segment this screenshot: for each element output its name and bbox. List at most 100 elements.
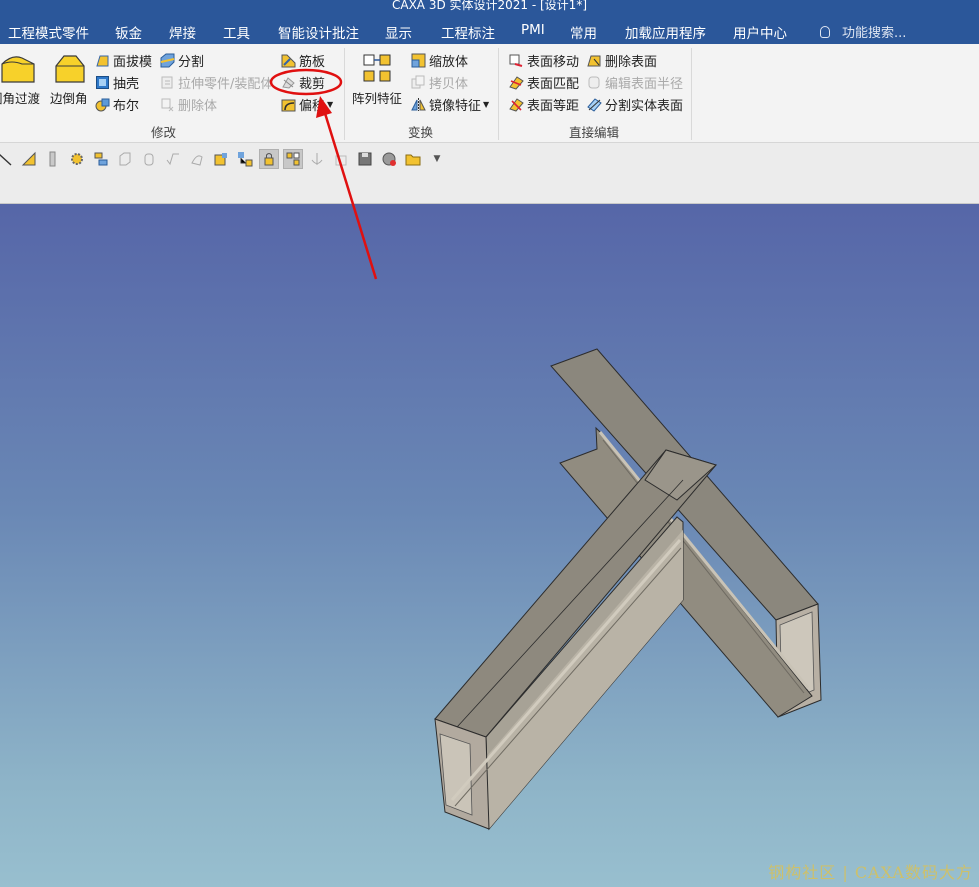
align-tool[interactable] — [92, 150, 110, 168]
anchor-tool[interactable] — [308, 150, 326, 168]
front-channel-beam[interactable] — [434, 449, 717, 831]
pattern-feature-button[interactable]: 阵列特征 — [350, 52, 406, 106]
menu-common[interactable]: 常用 — [570, 22, 597, 42]
part-tool[interactable] — [212, 150, 230, 168]
line-tool[interactable] — [0, 150, 14, 168]
bar-tool-icon — [49, 151, 56, 167]
disabled-tool[interactable] — [332, 150, 350, 168]
scale-body-button[interactable]: 缩放体 — [411, 50, 468, 70]
grid-tool[interactable] — [283, 149, 303, 169]
face-draft-button[interactable]: 面拔模 — [95, 50, 152, 70]
modify-group-label: 修改 — [151, 125, 177, 140]
surface-icon — [191, 155, 203, 166]
direct-edit-group-label: 直接编辑 — [569, 125, 620, 140]
delete-face-button[interactable]: 删除表面 — [587, 50, 657, 70]
boolean-button[interactable]: 布尔 — [95, 94, 139, 114]
cylinder-tool[interactable] — [140, 150, 158, 168]
disabled-tool-icon — [335, 155, 347, 166]
fillet-icon — [1, 56, 35, 83]
split-solid-face-button[interactable]: 分割实体表面 — [587, 94, 683, 114]
offset-dropdown-caret[interactable]: ▼ — [327, 100, 333, 109]
menu-tools[interactable]: 工具 — [223, 22, 250, 42]
group-divider — [498, 48, 499, 140]
split-label: 分割 — [178, 54, 205, 70]
face-match-button[interactable]: 表面匹配 — [509, 72, 579, 92]
menu-smart-annotate[interactable]: 智能设计批注 — [278, 22, 359, 42]
copy-body-button[interactable]: 拷贝体 — [411, 72, 468, 92]
box-icon — [119, 152, 131, 166]
rib-label: 筋板 — [299, 54, 326, 70]
chamfer-label: 边倒角 — [50, 91, 88, 106]
group-divider — [691, 48, 692, 140]
boolean-label: 布尔 — [113, 98, 140, 114]
assembly-tool[interactable] — [236, 150, 254, 168]
bar-tool[interactable] — [44, 150, 62, 168]
shell-button[interactable]: 抽壳 — [95, 72, 139, 92]
mirror-feature-button[interactable]: 镜像特征 ▼ — [411, 94, 489, 114]
face-move-label: 表面移动 — [527, 54, 580, 70]
menu-sheet-metal[interactable]: 钣金 — [115, 22, 142, 42]
delete-body-label: 删除体 — [178, 98, 218, 114]
menu-pmi[interactable]: PMI — [521, 22, 545, 38]
stretch-part-label: 拉伸零件/装配体 — [178, 76, 274, 92]
face-offset-button[interactable]: 表面等距 — [509, 94, 579, 114]
mirror-dropdown-caret[interactable]: ▼ — [483, 100, 489, 109]
formula-tool[interactable] — [164, 150, 182, 168]
rib-icon — [281, 54, 296, 67]
gear-icon — [71, 153, 83, 165]
surface-tool[interactable] — [188, 150, 206, 168]
cylinder-icon — [144, 153, 154, 166]
delete-body-icon — [161, 98, 174, 111]
pattern-feature-label: 阵列特征 — [352, 91, 403, 106]
split-button[interactable]: 分割 — [160, 50, 204, 70]
delete-body-button[interactable]: 删除体 — [160, 94, 217, 114]
split-solid-face-label: 分割实体表面 — [605, 98, 684, 114]
save-tool[interactable] — [356, 150, 374, 168]
scale-icon — [411, 53, 426, 67]
quick-toolbar: ▼ — [0, 143, 979, 204]
menu-welding[interactable]: 焊接 — [169, 22, 196, 42]
grid-icon — [286, 152, 300, 166]
face-move-icon — [509, 54, 523, 67]
globe-icon — [382, 152, 396, 166]
fillet-label: 圆角过渡 — [0, 91, 41, 106]
search-placeholder: 功能搜索... — [842, 26, 907, 41]
menu-user-center[interactable]: 用户中心 — [733, 22, 787, 42]
assembly-icon — [238, 152, 253, 167]
edit-face-radius-label: 编辑表面半径 — [605, 76, 684, 92]
face-draft-label: 面拔模 — [113, 54, 153, 70]
face-draft-icon — [96, 55, 109, 66]
rib-button[interactable]: 筋板 — [281, 50, 325, 70]
angle-tool[interactable] — [20, 150, 38, 168]
angle-tool-icon — [21, 151, 36, 166]
edit-radius-icon — [588, 76, 600, 88]
box-tool[interactable] — [116, 150, 134, 168]
line-tool-icon — [0, 153, 12, 166]
ribbon: 圆角过渡 边倒角 面拔模 抽壳 布尔 分割 拉伸零件/装配体 删除体 筋板 — [0, 44, 979, 143]
face-move-button[interactable]: 表面移动 — [509, 50, 579, 70]
lock-tool[interactable] — [259, 149, 279, 169]
stretch-part-button[interactable]: 拉伸零件/装配体 — [160, 72, 273, 92]
globe-tool[interactable] — [380, 150, 398, 168]
edit-face-radius-button[interactable]: 编辑表面半径 — [587, 72, 683, 92]
chamfer-button[interactable]: 边倒角 — [50, 52, 90, 106]
face-offset-icon — [509, 97, 524, 112]
face-match-icon — [509, 75, 524, 90]
copy-body-label: 拷贝体 — [429, 76, 469, 92]
gear-tool[interactable] — [68, 150, 86, 168]
anchor-icon — [311, 153, 323, 165]
toolbar-more[interactable]: ▼ — [428, 150, 446, 168]
menu-dimension[interactable]: 工程标注 — [441, 22, 495, 42]
trim-button[interactable]: 裁剪 — [281, 72, 325, 92]
feature-search[interactable]: 功能搜索... — [820, 22, 906, 41]
menu-display[interactable]: 显示 — [385, 22, 412, 42]
group-divider — [344, 48, 345, 140]
open-folder-tool[interactable] — [404, 150, 422, 168]
menu-part-mode[interactable]: 工程模式零件 — [8, 22, 89, 42]
offset-button[interactable]: 偏移 ▼ — [281, 94, 333, 114]
menu-load-apps[interactable]: 加载应用程序 — [625, 22, 706, 42]
window-title: CAXA 3D 实体设计2021 - [设计1*] — [391, 0, 588, 12]
trim-label: 裁剪 — [299, 76, 326, 92]
3d-viewport[interactable]: 钢构社区 | CAXA数码大方 — [0, 204, 979, 887]
fillet-button[interactable]: 圆角过渡 — [0, 52, 46, 106]
